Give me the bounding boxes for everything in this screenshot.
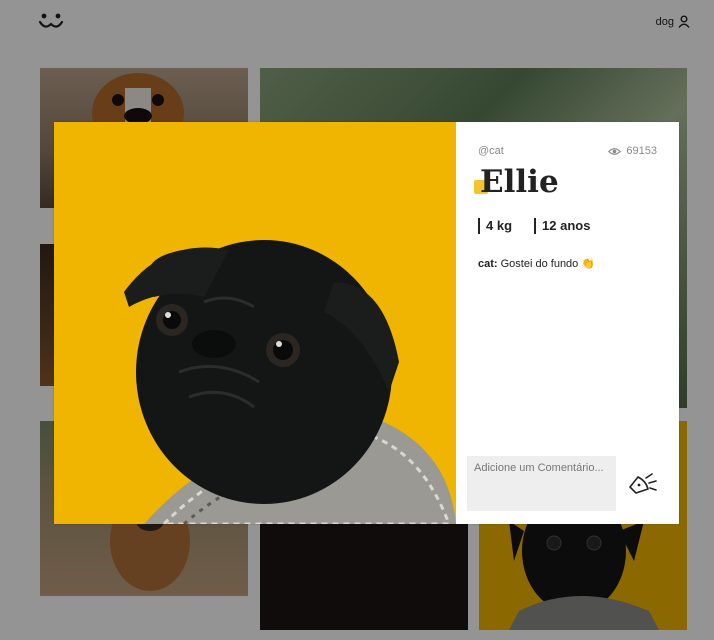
send-icon[interactable]: [626, 469, 658, 497]
photo-view: [54, 122, 456, 524]
age-stat: 12 anos: [534, 218, 590, 234]
eye-icon: [608, 147, 622, 155]
photo-modal: @cat 69153 Ellie 4 kg 12 anos cat: Goste…: [54, 122, 679, 524]
weight-stat: 4 kg: [478, 218, 512, 234]
comment-item: cat: Gostei do fundo 👏: [478, 257, 595, 270]
photo-stats: 4 kg 12 anos: [478, 218, 590, 234]
comment-author: cat:: [478, 258, 498, 270]
photo-info: @cat 69153 Ellie 4 kg 12 anos cat: Goste…: [456, 122, 679, 524]
views-count: 69153: [608, 145, 657, 157]
author-link[interactable]: @cat: [478, 145, 504, 157]
pug-photo: [124, 240, 456, 524]
comment-input[interactable]: [467, 456, 616, 511]
views-value: 69153: [626, 145, 657, 157]
photo-title: Ellie: [480, 164, 559, 200]
comment-text: Gostei do fundo 👏: [500, 258, 596, 270]
